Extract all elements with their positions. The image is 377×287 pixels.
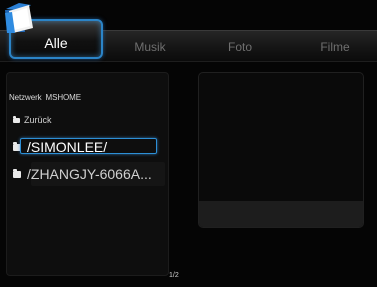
back-label: Zurück xyxy=(24,115,52,125)
list-item[interactable]: /ZHANGJY-6066A... xyxy=(13,165,152,183)
back-item[interactable]: Zurück xyxy=(13,114,52,126)
breadcrumb: Netzwerk MSHOME xyxy=(9,93,81,105)
tab-musik[interactable]: Musik xyxy=(120,38,180,58)
breadcrumb-group: MSHOME xyxy=(45,93,82,102)
tab-alle-label: Alle xyxy=(44,35,68,51)
folder-icon xyxy=(5,3,33,33)
folder-icon xyxy=(13,168,21,178)
selection-cursor xyxy=(20,138,157,154)
preview-panel xyxy=(198,72,364,228)
page-indicator: 1/2 xyxy=(169,272,179,279)
folder-icon xyxy=(13,115,20,123)
tab-foto[interactable]: Foto xyxy=(210,38,270,58)
list-item-label: /ZHANGJY-6066A... xyxy=(27,166,152,182)
tab-filme[interactable]: Filme xyxy=(305,38,365,58)
media-browser-screen: Alle Musik Foto Filme Netzwerk MSHOME Zur… xyxy=(0,0,377,287)
preview-info-bar xyxy=(199,201,363,227)
breadcrumb-network: Netzwerk xyxy=(9,93,42,102)
